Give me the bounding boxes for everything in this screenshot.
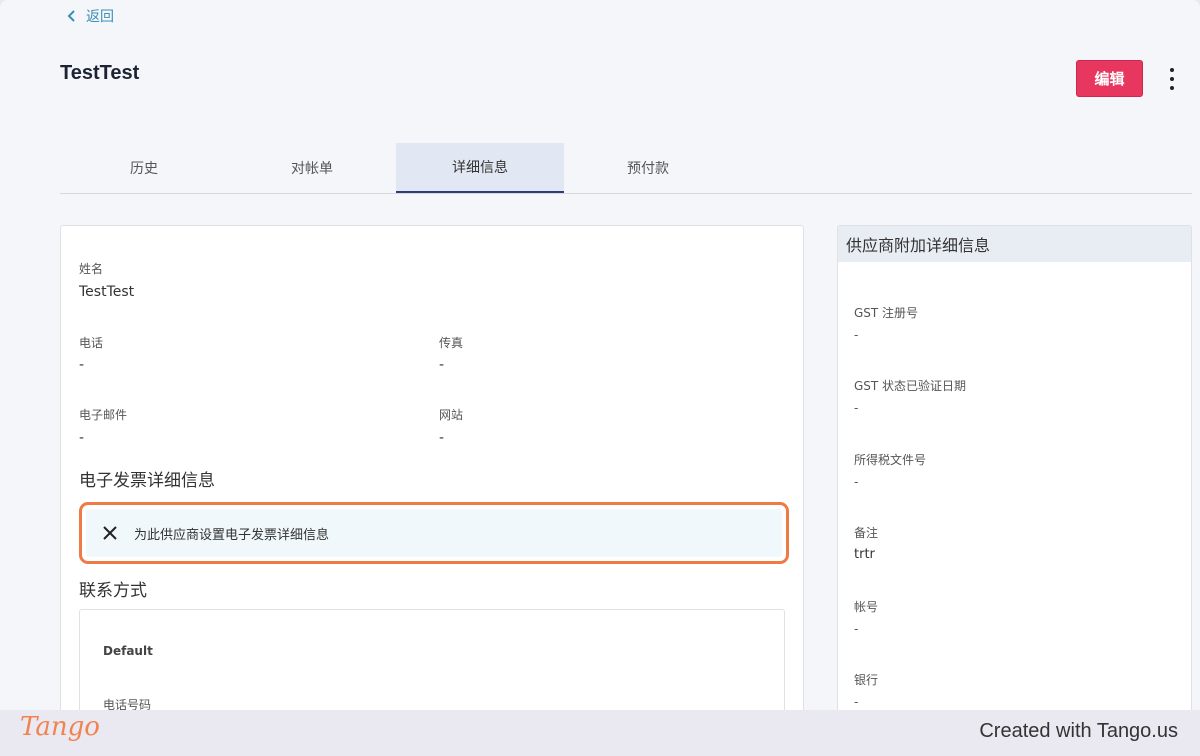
gst-number-label: GST 注册号	[854, 306, 919, 320]
einvoice-section-title: 电子发票详细信息	[79, 471, 215, 491]
edit-button[interactable]: 编辑	[1076, 60, 1143, 97]
gst-verified-date-value: -	[854, 401, 859, 415]
phone-label: 电话	[79, 336, 104, 350]
tango-credit: Created with Tango.us	[979, 720, 1178, 742]
tax-file-number-label: 所得税文件号	[854, 453, 927, 467]
name-value: TestTest	[79, 284, 135, 300]
account-number-value: -	[854, 622, 859, 636]
einvoice-setup-label: 为此供应商设置电子发票详细信息	[134, 527, 330, 543]
notes-label: 备注	[854, 526, 879, 540]
account-number-label: 帐号	[854, 600, 879, 614]
contact-default-label: Default	[103, 644, 153, 658]
gst-verified-date-label: GST 状态已验证日期	[854, 379, 967, 393]
fax-value: -	[439, 357, 445, 373]
contact-section-title: 联系方式	[79, 581, 147, 601]
website-label: 网站	[439, 408, 464, 422]
name-label: 姓名	[79, 262, 104, 276]
tax-file-number-value: -	[854, 475, 859, 489]
back-label: 返回	[86, 9, 114, 25]
tango-footer: Tango Created with Tango.us	[0, 710, 1200, 756]
email-label: 电子邮件	[79, 408, 128, 422]
app-window: 返回 TestTest 编辑 历史 对帐单 详细信息 预付款 姓名 TestTe…	[0, 0, 1200, 710]
website-value: -	[439, 430, 445, 446]
tab-bar: 历史 对帐单 详细信息 预付款	[60, 143, 1192, 194]
notes-value: trtr	[854, 547, 875, 562]
einvoice-highlight: 为此供应商设置电子发票详细信息	[79, 502, 789, 564]
email-value: -	[79, 430, 85, 446]
tab-details[interactable]: 详细信息	[396, 143, 564, 193]
page-title: TestTest	[60, 62, 140, 84]
back-link[interactable]: 返回	[66, 6, 114, 26]
side-panel-title: 供应商附加详细信息	[838, 226, 1191, 262]
more-options-icon[interactable]	[1162, 68, 1182, 90]
contact-card: Default 电话号码	[79, 609, 785, 710]
contact-phone-label: 电话号码	[103, 698, 152, 710]
fax-label: 传真	[439, 336, 464, 350]
bank-label: 银行	[854, 673, 879, 687]
tab-statement[interactable]: 对帐单	[228, 143, 396, 193]
tab-prepayment[interactable]: 预付款	[564, 143, 732, 193]
tab-history[interactable]: 历史	[60, 143, 228, 193]
close-icon	[103, 526, 117, 540]
chevron-left-icon	[67, 10, 75, 22]
phone-value: -	[79, 357, 85, 373]
tango-logo: Tango	[20, 712, 100, 742]
gst-number-value: -	[854, 328, 859, 342]
einvoice-setup-button[interactable]: 为此供应商设置电子发票详细信息	[86, 509, 782, 557]
supplier-extra-panel: 供应商附加详细信息 GST 注册号 - GST 状态已验证日期 - 所得税文件号…	[837, 225, 1192, 710]
bank-value: -	[854, 695, 859, 709]
